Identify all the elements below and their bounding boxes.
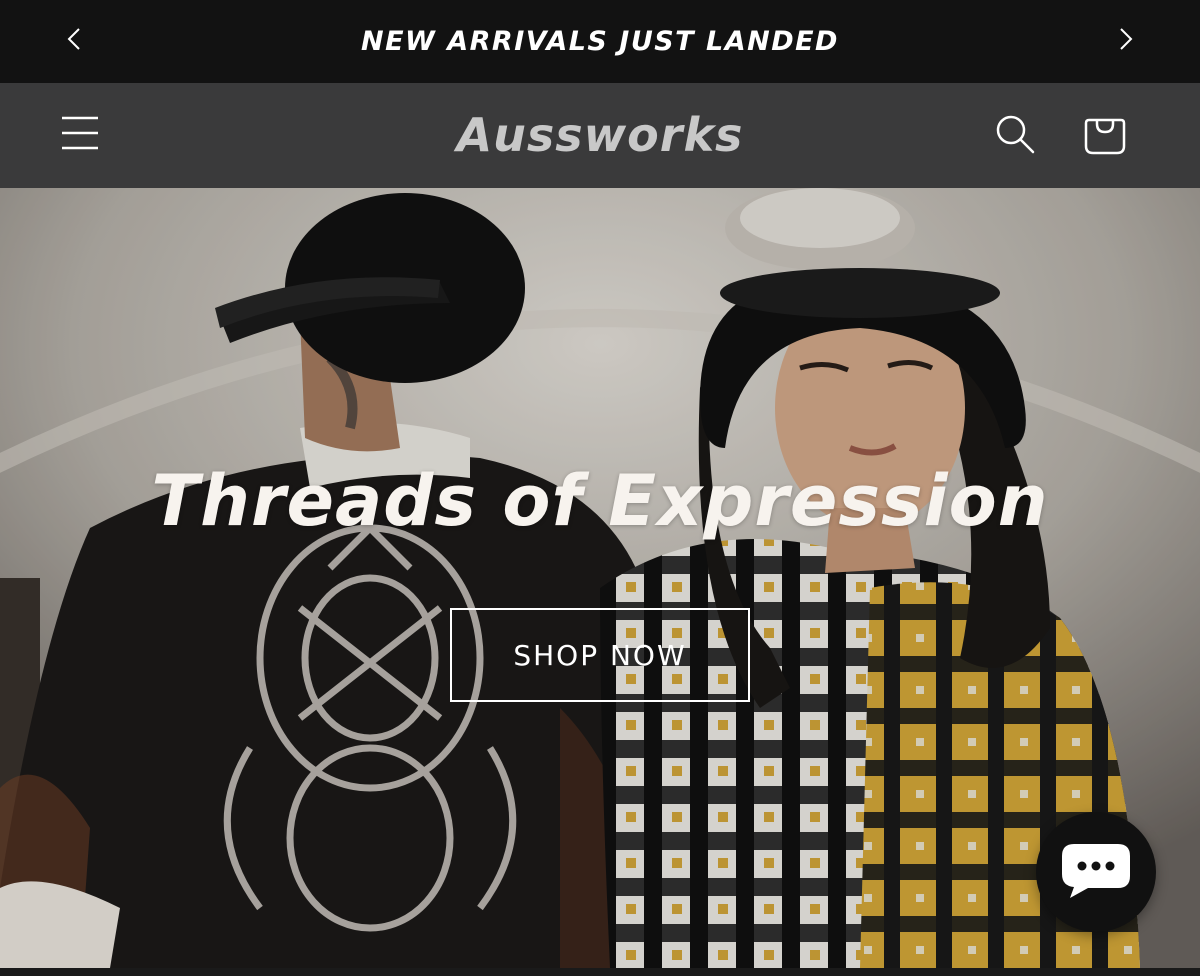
chat-bubble-icon (1060, 840, 1132, 905)
chevron-left-icon (66, 26, 82, 57)
announcement-prev-button[interactable] (54, 21, 94, 61)
hero-overlay (0, 188, 1200, 968)
announcement-text: NEW ARRIVALS JUST LANDED (361, 25, 839, 57)
chat-button[interactable] (1036, 812, 1156, 932)
shop-now-button[interactable]: SHOP NOW (450, 608, 750, 702)
announcement-next-button[interactable] (1106, 21, 1146, 61)
shopping-bag-icon (1083, 112, 1127, 161)
hero-banner: Threads of Expression SHOP NOW (0, 188, 1200, 968)
chevron-right-icon (1118, 26, 1134, 57)
bottom-edge (0, 968, 1200, 976)
announcement-bar: NEW ARRIVALS JUST LANDED (0, 0, 1200, 82)
cart-button[interactable] (1080, 110, 1130, 162)
hero-heading: Threads of Expression (151, 460, 1049, 542)
site-logo[interactable]: Aussworks (400, 105, 800, 165)
search-button[interactable] (990, 111, 1040, 161)
search-icon (994, 113, 1036, 160)
hamburger-menu-icon (60, 113, 100, 158)
site-header: Aussworks (0, 83, 1200, 188)
menu-button[interactable] (56, 111, 104, 159)
